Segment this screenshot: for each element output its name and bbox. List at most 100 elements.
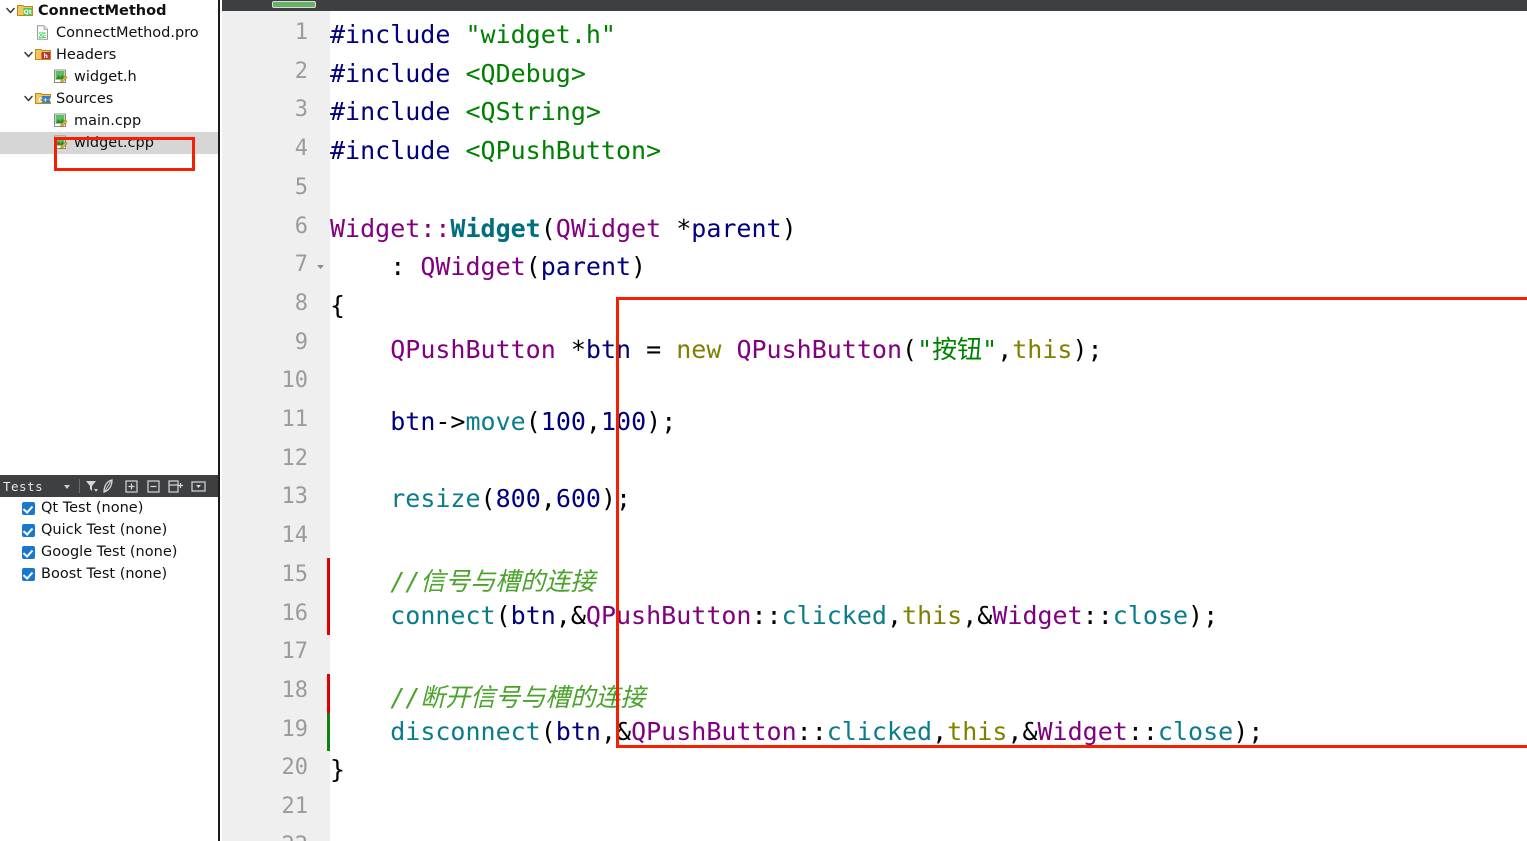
code-line[interactable]: } (330, 755, 345, 784)
code-token: ); (600, 484, 632, 514)
code-token: ) (631, 252, 647, 282)
svg-text:h: h (43, 53, 47, 60)
code-line[interactable]: Widget::Widget(QWidget *parent) (330, 214, 797, 243)
split-add-icon[interactable] (167, 477, 184, 495)
tree-item-main-cpp[interactable]: main.cpp (0, 110, 218, 132)
line-number: 3 (294, 97, 308, 123)
code-line[interactable]: connect(btn,&QPushButton::clicked,this,&… (330, 601, 1218, 630)
code-line[interactable]: #include "widget.h" (330, 20, 616, 49)
code-token: <QPushButton> (465, 136, 662, 166)
code-token: btn (390, 407, 436, 436)
test-list-item[interactable]: Boost Test (none) (0, 563, 218, 585)
code-token: ( (495, 600, 511, 630)
qt-creator-window: Qt ConnectMethod Qt ConnectMethod.pro h Heade… (0, 0, 1527, 841)
code-token: :: (1082, 600, 1113, 630)
code-token: #include (330, 136, 466, 166)
code-token: * (661, 213, 692, 243)
test-list-item[interactable]: Qt Test (none) (0, 497, 218, 519)
svg-text:C++: C++ (38, 97, 51, 104)
code-text-area[interactable]: #include "widget.h" #include <QDebug> #inc… (330, 11, 1527, 841)
source-file-icon (53, 69, 70, 85)
project-tree[interactable]: Qt ConnectMethod Qt ConnectMethod.pro h Heade… (0, 0, 218, 475)
source-file-icon (53, 113, 70, 129)
line-number-gutter[interactable]: 12345678910111213141516171819202122 (222, 11, 330, 841)
code-token: QPushButton (736, 334, 903, 364)
editor-top-strip (222, 0, 1527, 11)
code-line[interactable]: #include <QPushButton> (330, 136, 661, 165)
test-list-item[interactable]: Quick Test (none) (0, 519, 218, 541)
chevron-down-icon[interactable] (4, 0, 17, 22)
checkbox-checked-icon[interactable] (22, 567, 35, 581)
chevron-down-icon[interactable] (59, 477, 76, 495)
code-token: <QDebug> (465, 58, 586, 88)
code-token: Widget (992, 600, 1083, 630)
chevron-down-icon[interactable] (22, 88, 35, 110)
checkbox-checked-icon[interactable] (22, 545, 35, 559)
line-number: 14 (281, 523, 309, 549)
test-list-item[interactable]: Google Test (none) (0, 541, 218, 563)
code-token: move (465, 407, 526, 436)
options-icon[interactable] (190, 477, 207, 495)
code-line[interactable]: btn->move(100,100); (330, 407, 676, 436)
code-token: ); (646, 407, 677, 436)
tree-item-widget-cpp[interactable]: widget.cpp (0, 132, 218, 154)
code-token: ( (902, 334, 918, 364)
line-number: 7 (294, 252, 308, 278)
line-number: 21 (281, 794, 309, 819)
code-token: <QString> (465, 97, 601, 127)
code-line[interactable]: disconnect(btn,&QPushButton::clicked,thi… (330, 717, 1263, 746)
code-editor[interactable]: 12345678910111213141516171819202122 #inc… (222, 0, 1527, 841)
tests-list[interactable]: Qt Test (none) Quick Test (none) Google Te… (0, 497, 218, 841)
code-token: ( (525, 252, 541, 282)
tree-item-sources[interactable]: C++ Sources (0, 88, 218, 110)
code-line[interactable]: #include <QDebug> (330, 59, 586, 88)
checkbox-checked-icon[interactable] (22, 501, 35, 515)
leaf-icon[interactable] (100, 477, 117, 495)
chevron-down-icon[interactable] (22, 44, 35, 66)
code-line[interactable]: : QWidget(parent) (330, 252, 646, 281)
code-token: :: (420, 213, 451, 243)
line-number: 8 (294, 290, 308, 316)
folder-qt-icon: Qt (17, 3, 34, 19)
code-token: ); (1233, 716, 1264, 746)
tree-item-widget-h[interactable]: widget.h (0, 66, 218, 88)
code-token: btn (510, 600, 556, 630)
tests-panel-toolbar: Tests (0, 475, 218, 497)
collapse-all-icon[interactable] (145, 477, 162, 495)
code-token: QPushButton (631, 716, 797, 746)
line-number: 4 (294, 136, 308, 162)
code-token: , (585, 407, 601, 436)
scroll-marker[interactable] (272, 1, 316, 8)
code-line[interactable]: //信号与槽的连接 (330, 562, 595, 598)
code-token: :: (796, 716, 827, 746)
code-token: close (1157, 716, 1234, 746)
tree-item-label: ConnectMethod (38, 3, 167, 19)
svg-text:Qt: Qt (39, 33, 46, 39)
code-line[interactable]: #include <QString> (330, 97, 601, 126)
expand-all-icon[interactable] (123, 477, 140, 495)
line-number: 16 (281, 600, 309, 626)
code-token: connect (390, 600, 496, 630)
code-line[interactable]: QPushButton *btn = new QPushButton("按钮",… (330, 330, 1102, 366)
code-token: 100 (540, 407, 586, 436)
line-number: 1 (294, 20, 308, 45)
tree-item-connectmethod[interactable]: Qt ConnectMethod (0, 0, 218, 22)
tree-item-connectmethod-pro[interactable]: Qt ConnectMethod.pro (0, 22, 218, 44)
filter-icon[interactable] (83, 477, 100, 495)
code-token: close (1112, 600, 1189, 630)
code-line[interactable]: resize(800,600); (330, 484, 631, 513)
code-line[interactable]: { (330, 291, 345, 320)
tree-item-headers[interactable]: h Headers (0, 44, 218, 66)
checkbox-checked-icon[interactable] (22, 523, 35, 537)
fold-marker-icon[interactable] (314, 261, 326, 272)
line-number: 10 (281, 368, 309, 394)
code-line[interactable]: //断开信号与槽的连接 (330, 678, 645, 714)
code-token: parent (691, 213, 782, 243)
code-token: :: (1127, 716, 1158, 746)
code-token: this (902, 600, 963, 630)
code-token: ,& (1007, 716, 1038, 746)
line-number: 9 (294, 329, 308, 355)
